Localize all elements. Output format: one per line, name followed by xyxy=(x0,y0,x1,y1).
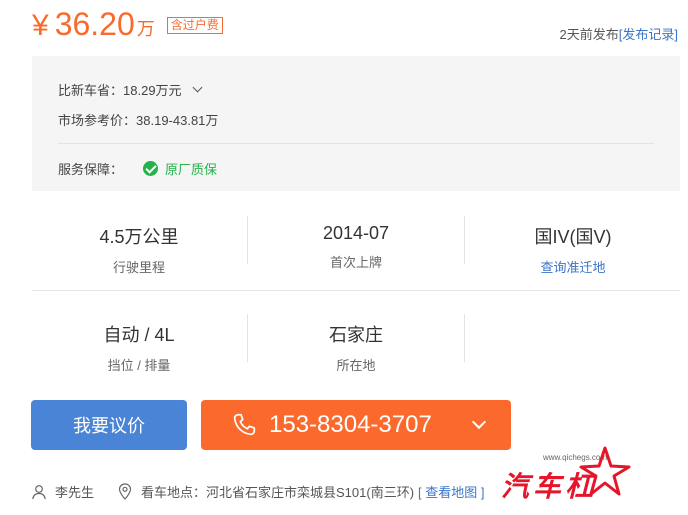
market-price-label: 市场参考价： xyxy=(58,113,137,128)
publish-info: 2天前发布[发布记录] xyxy=(560,24,678,43)
column-divider xyxy=(464,314,465,362)
stat-label: 行驶里程 xyxy=(112,260,165,275)
price-header: ¥ 36.20 万 含过户费 xyxy=(32,6,223,43)
stat-value: 2014-07 xyxy=(322,223,390,243)
check-circle-icon xyxy=(143,161,159,176)
service-label: 服务保障： xyxy=(58,162,124,177)
publish-time: 2天前发布 xyxy=(559,27,619,42)
stat-value: 国IV(国V) xyxy=(534,227,612,247)
contact-name: 李先生 xyxy=(55,485,95,500)
location-address: 河北省石家庄市栾城县S101(南三环) xyxy=(206,485,415,500)
stat-location: 石家庄 所在地 xyxy=(248,321,464,374)
savings-row[interactable]: 比新车省： 18.29万元 xyxy=(58,80,203,99)
location-pin-icon xyxy=(118,483,132,500)
stat-label: 首次上牌 xyxy=(329,255,382,270)
price-unit: 万 xyxy=(136,19,155,39)
stat-label: 所在地 xyxy=(336,358,376,373)
phone-number: 153-8304-3707 xyxy=(269,411,432,438)
user-icon xyxy=(32,484,46,499)
service-row: 服务保障： 原厂质保 xyxy=(58,159,217,178)
savings-value: 18.29万元 xyxy=(123,83,182,98)
stat-registration: 2014-07 首次上牌 xyxy=(248,223,464,271)
panel-divider xyxy=(58,143,654,144)
stat-label: 挡位 / 排量 xyxy=(107,358,171,373)
transfer-fee-badge: 含过户费 xyxy=(166,17,223,34)
contact-person: 李先生 xyxy=(31,482,94,501)
watermark-url: www.qichegs.com xyxy=(542,453,607,462)
currency-symbol: ¥ xyxy=(32,9,49,42)
market-price-row: 市场参考价： 38.19-43.81万 xyxy=(58,110,218,129)
stat-value: 4.5万公里 xyxy=(99,227,179,247)
publish-record-link[interactable]: [发布记录] xyxy=(619,27,678,42)
watermark-logo-graphic: www.qichegs.com 汽车杠 xyxy=(501,446,631,503)
stat-value: 自动 / 4L xyxy=(103,325,175,345)
query-transfer-link[interactable]: 查询准迁地 xyxy=(465,257,681,276)
stat-mileage: 4.5万公里 行驶里程 xyxy=(31,223,247,276)
price-info-panel: 比新车省： 18.29万元 市场参考价： 38.19-43.81万 服务保障： … xyxy=(32,56,680,191)
view-map-link[interactable]: [ 查看地图 ] xyxy=(418,482,484,501)
service-value: 原厂质保 xyxy=(165,162,218,177)
price-amount: 36.20 xyxy=(54,6,135,42)
stat-emission: 国IV(国V) 查询准迁地 xyxy=(465,223,681,276)
savings-label: 比新车省： xyxy=(58,83,124,98)
chevron-down-icon[interactable] xyxy=(192,82,203,93)
viewing-location: 看车地点： 河北省石家庄市栾城县S101(南三环) [ 查看地图 ] xyxy=(118,482,485,501)
bargain-button[interactable]: 我要议价 xyxy=(31,400,187,450)
stat-value: 石家庄 xyxy=(329,325,383,345)
watermark-logo: www.qichegs.com 汽车杠 xyxy=(497,446,673,506)
watermark-text: 汽车杠 xyxy=(501,470,597,503)
row-divider xyxy=(32,290,680,291)
market-price-value: 38.19-43.81万 xyxy=(136,113,219,128)
phone-button[interactable]: 153-8304-3707 xyxy=(201,400,511,450)
phone-icon xyxy=(233,413,256,436)
location-label: 看车地点： xyxy=(141,485,207,500)
stat-transmission: 自动 / 4L 挡位 / 排量 xyxy=(31,321,247,374)
chevron-down-icon[interactable] xyxy=(471,414,487,430)
